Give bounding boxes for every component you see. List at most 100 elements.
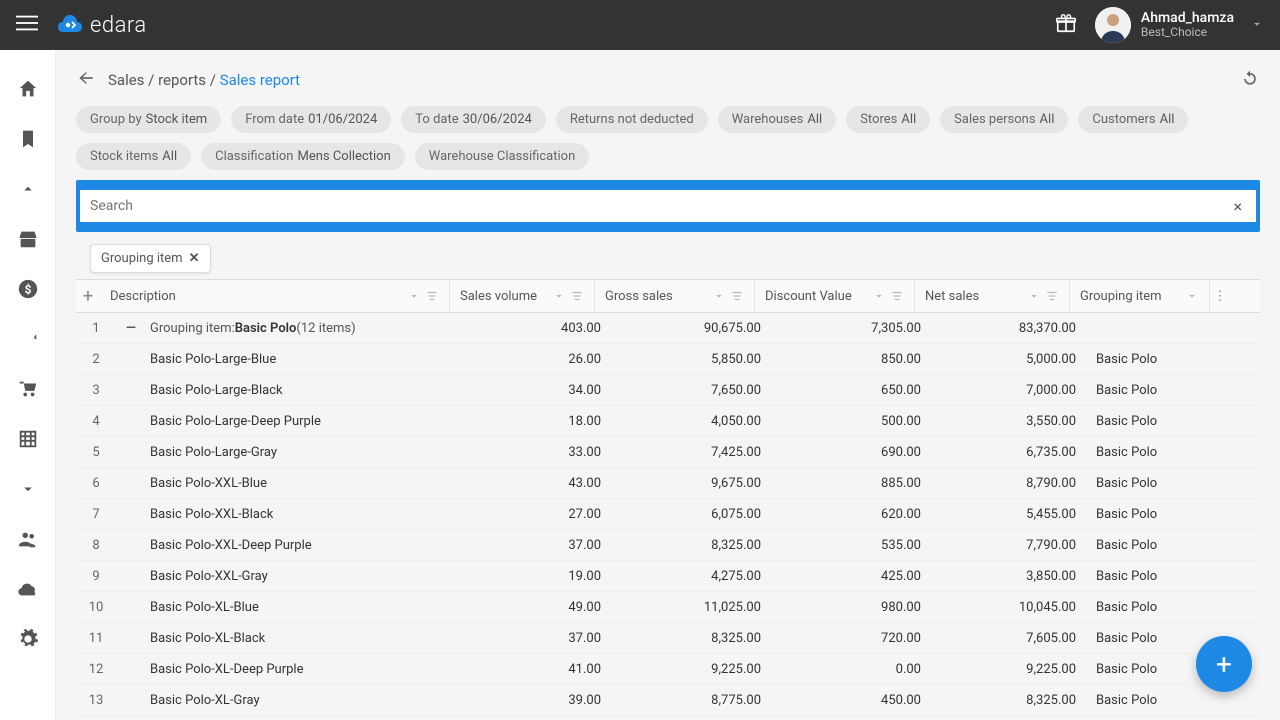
- table-row[interactable]: 8Basic Polo-XXL-Deep Purple37.008,325.00…: [76, 530, 1260, 561]
- cell-group: Basic Polo: [1086, 600, 1226, 615]
- avatar: [1095, 7, 1131, 43]
- cell-description: Basic Polo-Large-Gray: [140, 445, 466, 460]
- brand-logo[interactable]: edara: [56, 13, 147, 38]
- back-arrow-icon[interactable]: [76, 68, 96, 92]
- cell-group: Basic Polo: [1086, 569, 1226, 584]
- sidebar-store[interactable]: [0, 214, 56, 264]
- cell-description: Basic Polo-Large-Blue: [140, 352, 466, 367]
- user-menu[interactable]: Ahmad_hamza Best_Choice: [1095, 7, 1264, 43]
- filter-chip[interactable]: WarehousesAll: [718, 106, 836, 133]
- table-row[interactable]: 4Basic Polo-Large-Deep Purple18.004,050.…: [76, 406, 1260, 437]
- filter-chip[interactable]: From date01/06/2024: [231, 106, 391, 133]
- sidebar-building[interactable]: [0, 414, 56, 464]
- filter-chip[interactable]: Group byStock item: [76, 106, 221, 133]
- cell-group: Basic Polo: [1086, 352, 1226, 367]
- col-discount-value[interactable]: Discount Value: [755, 280, 915, 312]
- col-description[interactable]: Description: [100, 280, 450, 312]
- table-row[interactable]: 13Basic Polo-XL-Gray39.008,775.00450.008…: [76, 685, 1260, 716]
- cell-net: 9,225.00: [931, 662, 1086, 677]
- sidebar-expand[interactable]: [0, 464, 56, 514]
- table-row[interactable]: 7Basic Polo-XXL-Black27.006,075.00620.00…: [76, 499, 1260, 530]
- row-index: 2: [76, 352, 116, 367]
- cell-volume: 49.00: [466, 600, 611, 615]
- cell-discount: 425.00: [771, 569, 931, 584]
- content-area: Sales / reports / Sales report Group byS…: [56, 50, 1280, 720]
- cell-group: Basic Polo: [1086, 538, 1226, 553]
- sidebar-cloud[interactable]: [0, 564, 56, 614]
- table-row[interactable]: 3Basic Polo-Large-Black34.007,650.00650.…: [76, 375, 1260, 406]
- sidebar-money[interactable]: $: [0, 264, 56, 314]
- cell-description: Basic Polo-XL-Black: [140, 631, 466, 646]
- cell-gross: 7,425.00: [611, 445, 771, 460]
- cell-net: 6,735.00: [931, 445, 1086, 460]
- table-row[interactable]: 5Basic Polo-Large-Gray33.007,425.00690.0…: [76, 437, 1260, 468]
- breadcrumb-sales[interactable]: Sales: [108, 71, 144, 89]
- cell-group: Basic Polo: [1086, 414, 1226, 429]
- cell-gross: 8,325.00: [611, 538, 771, 553]
- gift-icon[interactable]: [1055, 12, 1077, 38]
- sidebar-collapse[interactable]: [0, 164, 56, 214]
- table-row[interactable]: 6Basic Polo-XXL-Blue43.009,675.00885.008…: [76, 468, 1260, 499]
- table-row[interactable]: 2Basic Polo-Large-Blue26.005,850.00850.0…: [76, 344, 1260, 375]
- refresh-icon[interactable]: [1240, 68, 1260, 92]
- filter-chip[interactable]: Warehouse Classification: [415, 143, 590, 170]
- collapse-icon[interactable]: —: [116, 321, 140, 336]
- cell-net: 7,605.00: [931, 631, 1086, 646]
- col-grouping-item[interactable]: Grouping item: [1070, 280, 1210, 312]
- cell-volume: 34.00: [466, 383, 611, 398]
- remove-grouping-icon[interactable]: ✕: [189, 251, 200, 266]
- cell-net: 8,325.00: [931, 693, 1086, 708]
- sidebar-people[interactable]: [0, 514, 56, 564]
- add-button[interactable]: +: [1196, 636, 1252, 692]
- table-menu-icon[interactable]: ⋮: [1210, 280, 1230, 312]
- cell-group: Basic Polo: [1086, 476, 1226, 491]
- filter-chips: Group byStock item From date01/06/2024 To …: [76, 106, 1260, 170]
- table-row[interactable]: 10Basic Polo-XL-Blue49.0011,025.00980.00…: [76, 592, 1260, 623]
- close-icon[interactable]: ×: [1229, 197, 1246, 216]
- cell-description: Basic Polo-XL-Blue: [140, 600, 466, 615]
- cell-description: Basic Polo-XXL-Blue: [140, 476, 466, 491]
- cell-group: Basic Polo: [1086, 507, 1226, 522]
- filter-chip[interactable]: Returns not deducted: [556, 106, 708, 133]
- row-index: 1: [76, 321, 116, 336]
- group-header-row[interactable]: 1 — Grouping item:Basic Polo(12 items) 4…: [76, 313, 1260, 344]
- cell-description: Basic Polo-Large-Deep Purple: [140, 414, 466, 429]
- grouping-tag[interactable]: Grouping item ✕: [90, 244, 211, 273]
- cell-description: Basic Polo-Large-Black: [140, 383, 466, 398]
- filter-chip[interactable]: CustomersAll: [1078, 106, 1188, 133]
- row-index: 13: [76, 693, 116, 708]
- cell-description: Basic Polo-XXL-Gray: [140, 569, 466, 584]
- table-row[interactable]: 9Basic Polo-XXL-Gray19.004,275.00425.003…: [76, 561, 1260, 592]
- search-bar: ×: [76, 180, 1260, 232]
- filter-chip[interactable]: Stock itemsAll: [76, 143, 191, 170]
- table-row[interactable]: 12Basic Polo-XL-Deep Purple41.009,225.00…: [76, 654, 1260, 685]
- sidebar-settings[interactable]: [0, 614, 56, 664]
- filter-chip[interactable]: ClassificationMens Collection: [201, 143, 405, 170]
- cell-gross: 6,075.00: [611, 507, 771, 522]
- breadcrumb-reports[interactable]: reports: [158, 71, 206, 89]
- group-net: 83,370.00: [931, 321, 1086, 336]
- menu-icon[interactable]: [16, 12, 38, 38]
- sidebar-bookmark[interactable]: [0, 114, 56, 164]
- filter-chip[interactable]: StoresAll: [846, 106, 930, 133]
- col-gross-sales[interactable]: Gross sales: [595, 280, 755, 312]
- cell-net: 3,550.00: [931, 414, 1086, 429]
- filter-chip[interactable]: To date30/06/2024: [401, 106, 546, 133]
- col-net-sales[interactable]: Net sales: [915, 280, 1070, 312]
- cell-discount: 450.00: [771, 693, 931, 708]
- sidebar-trending[interactable]: [0, 314, 56, 364]
- svg-text:$: $: [24, 283, 31, 297]
- cell-gross: 5,850.00: [611, 352, 771, 367]
- add-column-icon[interactable]: +: [76, 280, 100, 312]
- cloud-icon: [56, 14, 84, 36]
- sidebar-cart[interactable]: [0, 364, 56, 414]
- cell-discount: 980.00: [771, 600, 931, 615]
- cell-volume: 27.00: [466, 507, 611, 522]
- table-row[interactable]: 11Basic Polo-XL-Black37.008,325.00720.00…: [76, 623, 1260, 654]
- cell-volume: 19.00: [466, 569, 611, 584]
- cell-group: Basic Polo: [1086, 693, 1226, 708]
- search-input[interactable]: [90, 198, 1229, 214]
- sidebar-home[interactable]: [0, 64, 56, 114]
- filter-chip[interactable]: Sales personsAll: [940, 106, 1068, 133]
- col-sales-volume[interactable]: Sales volume: [450, 280, 595, 312]
